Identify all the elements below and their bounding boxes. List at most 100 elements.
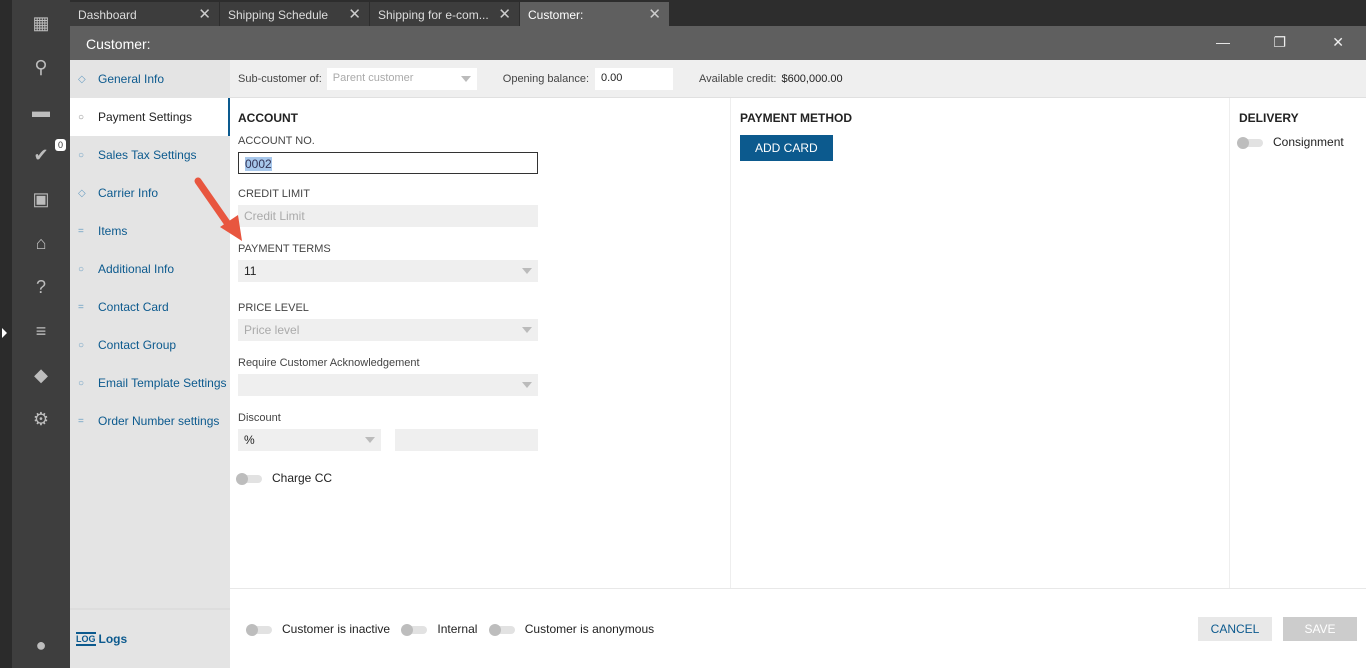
tasks-badge: 0 bbox=[55, 139, 67, 151]
nav-email-template[interactable]: ○ Email Template Settings bbox=[70, 364, 230, 402]
opening-balance-label: Opening balance: bbox=[502, 72, 589, 85]
delivery-heading: DELIVERY bbox=[1239, 111, 1299, 125]
delivery-section: DELIVERY Consignment bbox=[1237, 98, 1366, 588]
clipboard-icon[interactable]: ≡ bbox=[31, 321, 51, 341]
payment-method-section: PAYMENT METHOD ADD CARD bbox=[730, 98, 1230, 588]
user-icon[interactable]: ● bbox=[31, 635, 51, 655]
log-icon: LOG bbox=[76, 632, 96, 646]
logs-link[interactable]: LOG Logs bbox=[70, 608, 230, 668]
nav-order-number[interactable]: = Order Number settings bbox=[70, 402, 230, 440]
nav-sales-tax[interactable]: ○ Sales Tax Settings bbox=[70, 136, 230, 174]
credit-limit-input[interactable]: Credit Limit bbox=[238, 205, 538, 227]
dashboard-icon[interactable]: ▦ bbox=[31, 13, 51, 33]
store-icon[interactable]: ⌂ bbox=[31, 233, 51, 253]
anonymous-label: Customer is anonymous bbox=[524, 622, 655, 636]
tab-label: Dashboard bbox=[78, 8, 137, 22]
nav-label: Contact Group bbox=[98, 338, 177, 352]
nav-label: Sales Tax Settings bbox=[98, 148, 197, 162]
inactive-toggle[interactable] bbox=[246, 623, 272, 636]
diamond-icon: ◇ bbox=[78, 73, 86, 85]
close-icon[interactable]: ✕ bbox=[198, 5, 211, 23]
select-placeholder: Parent customer bbox=[332, 71, 414, 84]
restore-icon[interactable]: ❐ bbox=[1273, 34, 1286, 51]
parent-customer-select[interactable]: Parent customer bbox=[326, 67, 477, 90]
chevron-down-icon bbox=[365, 437, 375, 443]
window-titlebar: Customer: — ❐ ✕ bbox=[70, 26, 1366, 60]
opening-balance-input[interactable]: 0.00 bbox=[595, 67, 673, 90]
close-icon[interactable]: ✕ bbox=[498, 5, 511, 23]
tab-dashboard[interactable]: Dashboard ✕ bbox=[70, 2, 220, 26]
ack-select[interactable] bbox=[238, 374, 538, 396]
circle-icon: ○ bbox=[78, 111, 85, 123]
nav-payment-settings[interactable]: ○ Payment Settings bbox=[70, 98, 230, 136]
logs-label: Logs bbox=[98, 632, 128, 646]
charge-cc-label: Charge CC bbox=[272, 471, 333, 485]
customer-topbar: Sub-customer of: Parent customer Opening… bbox=[230, 60, 1366, 98]
price-level-placeholder: Price level bbox=[244, 323, 300, 337]
chevron-down-icon bbox=[522, 382, 532, 388]
nav-contact-card[interactable]: = Contact Card bbox=[70, 288, 230, 326]
payment-method-heading: PAYMENT METHOD bbox=[740, 111, 853, 125]
circle-icon: ○ bbox=[78, 377, 85, 389]
save-button[interactable]: SAVE bbox=[1283, 617, 1357, 641]
nav-general-info[interactable]: ◇ General Info bbox=[70, 60, 230, 98]
circle-icon: ○ bbox=[78, 339, 85, 351]
close-window-icon[interactable]: ✕ bbox=[1332, 34, 1344, 51]
nav-label: Items bbox=[98, 224, 128, 238]
tasks-check-icon[interactable]: ✔ bbox=[31, 145, 51, 165]
nav-contact-group[interactable]: ○ Contact Group bbox=[70, 326, 230, 364]
minimize-icon[interactable]: — bbox=[1216, 34, 1230, 50]
gear-icon[interactable]: ⚙ bbox=[31, 409, 51, 429]
available-credit-value: $600,000.00 bbox=[781, 72, 843, 85]
tab-customer[interactable]: Customer: ✕ bbox=[520, 2, 670, 26]
discount-type-select[interactable]: % bbox=[238, 429, 381, 451]
charge-cc-toggle[interactable] bbox=[236, 472, 262, 485]
payment-terms-value: 11 bbox=[244, 264, 257, 278]
add-card-button[interactable]: ADD CARD bbox=[740, 135, 833, 161]
nav-label: Payment Settings bbox=[98, 110, 193, 124]
account-no-input[interactable]: 0002 bbox=[238, 152, 538, 174]
account-no-value: 0002 bbox=[245, 157, 272, 171]
nav-additional-info[interactable]: ○ Additional Info bbox=[70, 250, 230, 288]
nav-label: Carrier Info bbox=[98, 186, 159, 200]
tag-icon[interactable]: ◆ bbox=[31, 365, 51, 385]
price-level-label: PRICE LEVEL bbox=[238, 302, 309, 314]
search-icon[interactable]: ⚲ bbox=[31, 57, 51, 77]
contact-icon[interactable]: ▣ bbox=[31, 189, 51, 209]
circle-icon: ○ bbox=[78, 149, 85, 161]
opening-balance-value: 0.00 bbox=[601, 71, 623, 84]
payment-terms-select[interactable]: 11 bbox=[238, 260, 538, 282]
consignment-label: Consignment bbox=[1273, 135, 1344, 149]
consignment-toggle[interactable] bbox=[1237, 136, 1263, 149]
discount-type-value: % bbox=[244, 433, 255, 447]
close-icon[interactable]: ✕ bbox=[348, 5, 361, 23]
tab-label: Customer: bbox=[528, 8, 584, 22]
circle-icon: ○ bbox=[78, 263, 85, 275]
price-level-select[interactable]: Price level bbox=[238, 319, 538, 341]
tab-label: Shipping for e-com... bbox=[378, 8, 489, 22]
anonymous-toggle[interactable] bbox=[488, 623, 515, 636]
discount-value-input[interactable] bbox=[395, 429, 538, 451]
nav-label: Email Template Settings bbox=[98, 376, 227, 390]
lines-icon: = bbox=[78, 301, 84, 313]
footer: Customer is inactive Internal Customer i… bbox=[230, 588, 1366, 668]
cancel-button[interactable]: CANCEL bbox=[1198, 617, 1272, 641]
nav-label: Order Number settings bbox=[98, 414, 220, 428]
nav-label: Contact Card bbox=[98, 300, 169, 314]
available-credit-label: Available credit: bbox=[699, 72, 777, 85]
internal-toggle[interactable] bbox=[401, 623, 428, 636]
help-icon[interactable]: ? bbox=[31, 277, 51, 297]
credit-limit-label: CREDIT LIMIT bbox=[238, 188, 310, 200]
settings-nav: ◇ General Info ○ Payment Settings ○ Sales T… bbox=[70, 60, 230, 668]
app-sidebar: ▦ ⚲ ▬ ✔ 0 ▣ ⌂ ? ≡ ◆ ⚙ ● bbox=[12, 0, 70, 668]
folder-icon[interactable]: ▬ bbox=[31, 101, 51, 121]
chevron-down-icon bbox=[460, 75, 471, 82]
window-title: Customer: bbox=[86, 36, 151, 52]
account-heading: ACCOUNT bbox=[238, 111, 298, 125]
close-icon[interactable]: ✕ bbox=[648, 5, 661, 23]
credit-limit-placeholder: Credit Limit bbox=[244, 209, 305, 223]
tab-shipping-ecom[interactable]: Shipping for e-com... ✕ bbox=[370, 2, 520, 26]
tab-shipping-schedule[interactable]: Shipping Schedule ✕ bbox=[220, 2, 370, 26]
expand-rail-icon[interactable] bbox=[2, 328, 7, 338]
payment-terms-label: PAYMENT TERMS bbox=[238, 243, 331, 255]
